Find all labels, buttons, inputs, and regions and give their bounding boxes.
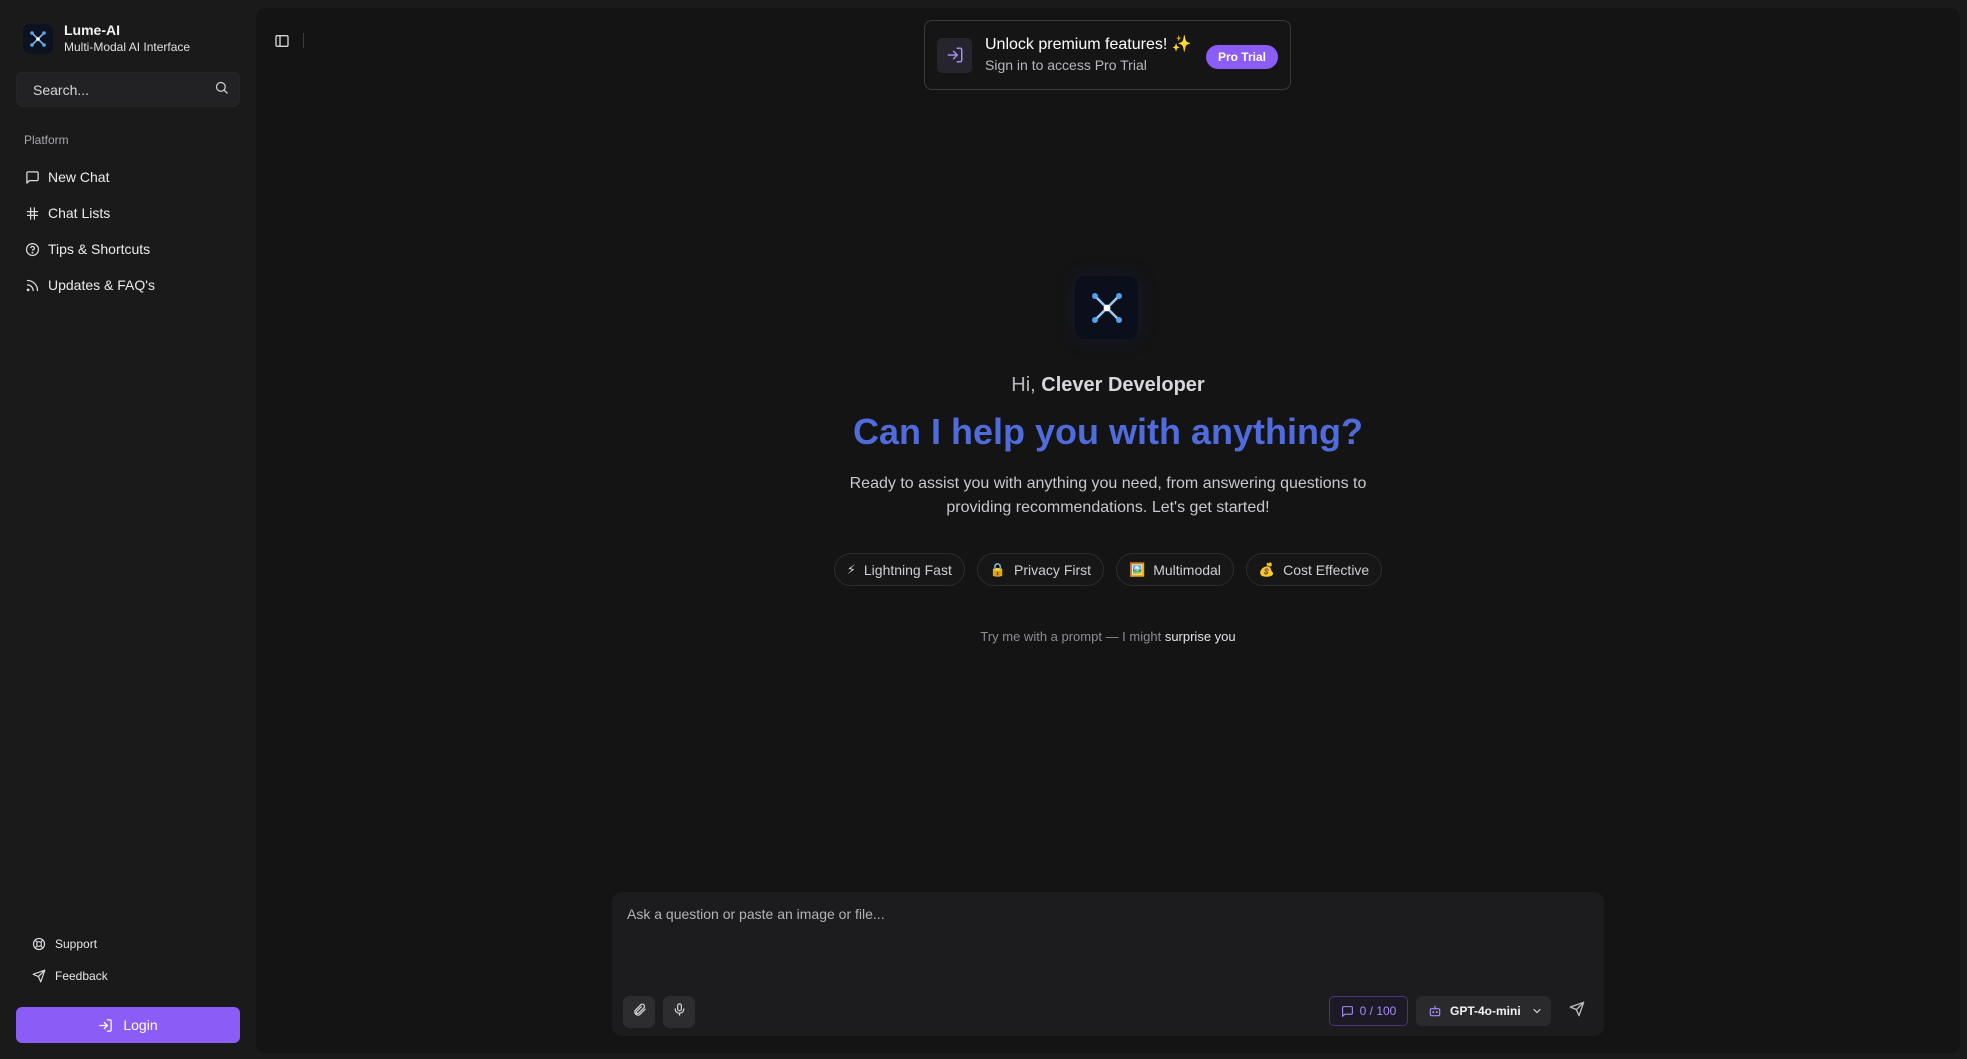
microphone-icon <box>672 1002 687 1022</box>
lume-logo-icon <box>23 24 53 54</box>
promo-banner[interactable]: Unlock premium features! ✨ Sign in to ac… <box>924 20 1291 90</box>
search-box <box>16 72 240 107</box>
support-label: Support <box>55 937 98 951</box>
sidebar-toggle-button[interactable] <box>273 32 291 50</box>
feature-label: Lightning Fast <box>863 561 952 578</box>
try-me-hint: Try me with a prompt — I might surprise … <box>256 629 1960 644</box>
sidebar-item-label: Chat Lists <box>48 205 111 221</box>
rss-icon <box>24 277 40 293</box>
feature-chip-cost: 💰 Cost Effective <box>1245 553 1383 586</box>
lock-icon: 🔒 <box>989 561 1007 577</box>
send-icon <box>1569 1001 1585 1022</box>
feature-chip-lightning: ⚡ Lightning Fast <box>833 553 965 586</box>
message-square-icon <box>1341 1005 1354 1018</box>
user-name: Clever Developer <box>1041 374 1205 396</box>
message-square-icon <box>24 169 40 185</box>
support-link[interactable]: Support <box>31 928 108 960</box>
search-icon[interactable] <box>214 80 229 100</box>
feature-label: Privacy First <box>1014 561 1092 578</box>
feature-chip-multimodal: 🖼️ Multimodal <box>1116 553 1234 586</box>
counter-value: 0 / 100 <box>1359 1004 1397 1018</box>
headline: Can I help you with anything? <box>853 411 1363 452</box>
sidebar-item-new-chat[interactable]: New Chat <box>24 159 244 195</box>
login-button[interactable]: Login <box>16 1007 240 1043</box>
message-counter: 0 / 100 <box>1329 996 1408 1026</box>
promo-title: Unlock premium features! ✨ <box>985 36 1192 53</box>
image-icon: 🖼️ <box>1129 561 1146 577</box>
brand-name: Lume-AI <box>64 22 120 38</box>
life-buoy-icon <box>31 937 46 952</box>
prompt-input[interactable] <box>627 906 1587 966</box>
sidebar-item-chat-lists[interactable]: Chat Lists <box>24 195 244 231</box>
try-me-highlight: surprise you <box>1164 629 1236 644</box>
sidebar-item-label: Tips & Shortcuts <box>48 241 151 257</box>
hash-icon <box>24 205 40 221</box>
bot-icon <box>1428 1004 1442 1018</box>
feature-label: Multimodal <box>1153 561 1221 578</box>
description: Ready to assist you with anything you ne… <box>849 475 1367 516</box>
greeting-prefix: Hi, <box>1011 374 1042 396</box>
toolbar-divider <box>303 33 304 48</box>
sidebar-item-updates[interactable]: Updates & FAQ's <box>24 267 244 303</box>
sign-in-icon <box>937 37 972 73</box>
send-button[interactable] <box>1565 999 1589 1023</box>
hero-logo-icon <box>1075 276 1138 339</box>
sidebar-item-tips[interactable]: Tips & Shortcuts <box>24 231 244 267</box>
help-circle-icon <box>24 241 40 257</box>
sidebar-nav: New Chat Chat Lists Tips & Shortcuts Upd… <box>24 159 244 303</box>
section-label-platform: Platform <box>24 133 69 147</box>
model-name: GPT-4o-mini <box>1450 1004 1521 1018</box>
main-panel: Unlock premium features! ✨ Sign in to ac… <box>256 8 1960 1053</box>
try-me-prefix: Try me with a prompt — I might <box>980 629 1165 644</box>
microphone-button[interactable] <box>663 996 695 1028</box>
feature-label: Cost Effective <box>1283 561 1370 578</box>
feedback-link[interactable]: Feedback <box>31 960 108 992</box>
search-input[interactable] <box>33 81 214 98</box>
promo-subtitle: Sign in to access Pro Trial <box>985 57 1147 73</box>
feature-chips: ⚡ Lightning Fast 🔒 Privacy First 🖼️ Mult… <box>256 553 1960 586</box>
sidebar-item-label: Updates & FAQ's <box>48 277 155 293</box>
sidebar-item-label: New Chat <box>48 169 110 185</box>
attach-button[interactable] <box>623 996 655 1028</box>
brand[interactable]: Lume-AI Multi-Modal AI Interface <box>23 22 190 56</box>
brand-subtitle: Multi-Modal AI Interface <box>64 40 191 54</box>
greeting: Hi, Clever Developer <box>256 374 1960 397</box>
send-icon <box>31 969 46 984</box>
chevron-down-icon <box>1531 1005 1543 1017</box>
money-bag-icon: 💰 <box>1258 561 1276 577</box>
model-selector[interactable]: GPT-4o-mini <box>1416 996 1551 1026</box>
feature-chip-privacy: 🔒 Privacy First <box>976 553 1105 586</box>
sidebar-footer: Support Feedback <box>31 928 108 992</box>
sidebar: Lume-AI Multi-Modal AI Interface Platfor… <box>0 0 255 1059</box>
feedback-label: Feedback <box>55 969 108 983</box>
log-in-icon <box>98 1018 113 1033</box>
lightning-icon: ⚡ <box>846 561 856 577</box>
paperclip-icon <box>632 1002 647 1022</box>
login-label: Login <box>123 1017 158 1033</box>
chat-composer: 0 / 100 GPT-4o-mini <box>612 892 1604 1036</box>
pro-trial-badge[interactable]: Pro Trial <box>1205 45 1278 69</box>
